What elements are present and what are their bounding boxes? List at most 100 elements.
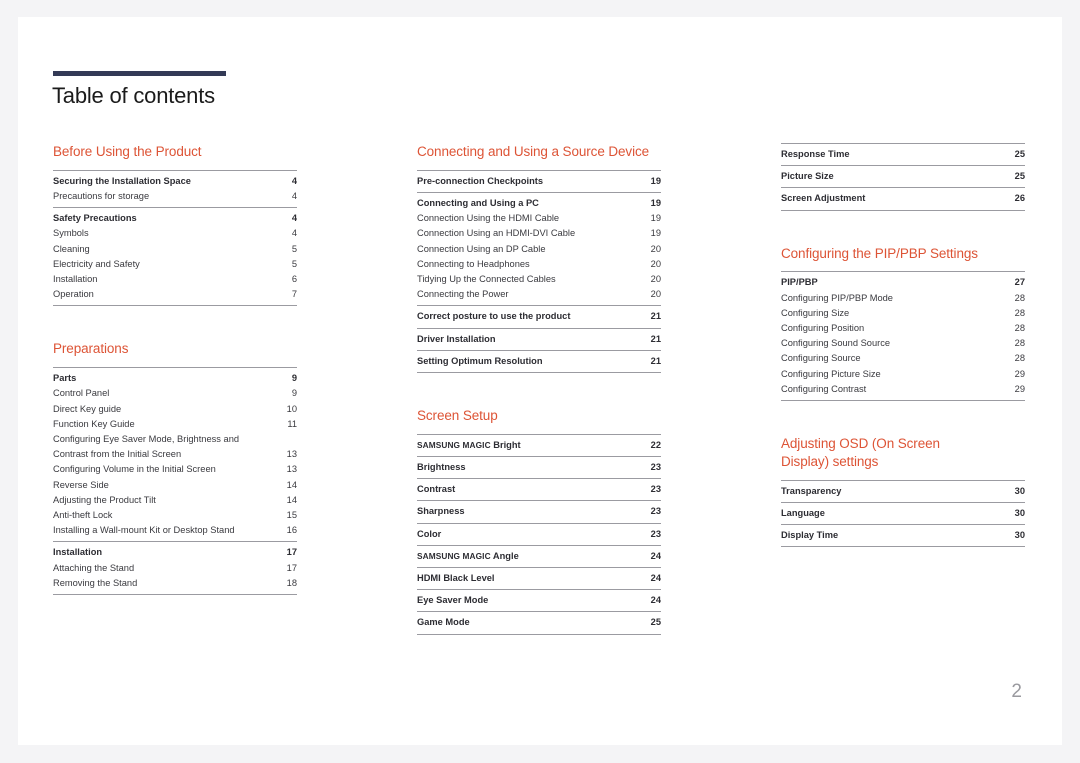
section-heading: Configuring the PIP/PBP Settings bbox=[781, 245, 978, 261]
toc-entry[interactable]: Installation 17 bbox=[53, 545, 297, 560]
toc-entry-page-number: 28 bbox=[1014, 307, 1025, 318]
toc-entry[interactable]: Configuring Volume in the Initial Screen… bbox=[53, 462, 297, 477]
toc-entry[interactable]: Configuring Position 28 bbox=[781, 321, 1025, 336]
toc-entry[interactable]: Installing a Wall-mount Kit or Desktop S… bbox=[53, 523, 297, 538]
toc-entry-page-number: 15 bbox=[286, 510, 297, 521]
toc-entry[interactable]: Symbols 4 bbox=[53, 226, 297, 241]
toc-group: Display Time 30 bbox=[781, 524, 1025, 548]
toc-entry-page-number: 6 bbox=[291, 274, 297, 285]
toc-entry-label: Connecting and Using a PC bbox=[417, 198, 539, 209]
toc-entry[interactable]: Connection Using an DP Cable 20 bbox=[417, 242, 661, 257]
toc-group: Screen Adjustment 26 bbox=[781, 187, 1025, 211]
toc-entry-label: Symbols bbox=[53, 228, 89, 239]
toc-entry[interactable]: Configuring Sound Source 28 bbox=[781, 336, 1025, 351]
toc-entry[interactable]: Configuring PIP/PBP Mode 28 bbox=[781, 291, 1025, 306]
toc-entry[interactable]: Precautions for storage 4 bbox=[53, 189, 297, 204]
toc-entry[interactable]: Adjusting the Product Tilt 14 bbox=[53, 493, 297, 508]
toc-entry[interactable]: Cleaning 5 bbox=[53, 242, 297, 257]
toc-entry[interactable]: Installation 6 bbox=[53, 272, 297, 287]
toc-entry[interactable]: Contrast 23 bbox=[417, 482, 661, 497]
toc-entry[interactable]: Electricity and Safety 5 bbox=[53, 257, 297, 272]
toc-entry[interactable]: Configuring Eye Saver Mode, Brightness a… bbox=[53, 432, 297, 462]
toc-entry[interactable]: SAMSUNG MAGIC Bright 22 bbox=[417, 438, 661, 453]
toc-entry-label: Transparency bbox=[781, 485, 842, 496]
toc-entry[interactable]: PIP/PBP 27 bbox=[781, 275, 1025, 290]
toc-entry[interactable]: Configuring Contrast 29 bbox=[781, 382, 1025, 397]
toc-entry-page-number: 4 bbox=[291, 191, 297, 202]
toc-entry-page-number: 16 bbox=[286, 525, 297, 536]
section-heading: Screen Setup bbox=[417, 408, 498, 424]
toc-section: Response Time 25 Picture Size 25 Screen Adju… bbox=[781, 143, 1025, 211]
toc-group: Safety Precautions 4 Symbols 4 Cleaning 5 Elec… bbox=[53, 207, 297, 307]
toc-entry-label: Configuring Sound Source bbox=[781, 338, 891, 349]
toc-entry[interactable]: Setting Optimum Resolution 21 bbox=[417, 354, 661, 369]
toc-entry[interactable]: Removing the Stand 18 bbox=[53, 576, 297, 591]
toc-entry-page-number: 19 bbox=[650, 175, 661, 186]
toc-entry[interactable]: Configuring Size 28 bbox=[781, 306, 1025, 321]
toc-entry[interactable]: Eye Saver Mode 24 bbox=[417, 593, 661, 608]
toc-entry[interactable]: Parts 9 bbox=[53, 371, 297, 386]
page-title: Table of contents bbox=[52, 83, 215, 108]
toc-entry[interactable]: Connecting to Headphones 20 bbox=[417, 257, 661, 272]
toc-entry[interactable]: Configuring Picture Size 29 bbox=[781, 367, 1025, 382]
toc-entry[interactable]: SAMSUNG MAGIC Angle 24 bbox=[417, 549, 661, 564]
toc-entry-label: Precautions for storage bbox=[53, 191, 150, 202]
toc-entry-label: Adjusting the Product Tilt bbox=[53, 494, 156, 505]
toc-entry-label: Installing a Wall-mount Kit or Desktop S… bbox=[53, 525, 235, 536]
toc-entry[interactable]: Tidying Up the Connected Cables 20 bbox=[417, 272, 661, 287]
toc-entry[interactable]: Anti-theft Lock 15 bbox=[53, 508, 297, 523]
toc-entry[interactable]: Securing the Installation Space 4 bbox=[53, 174, 297, 189]
toc-group: Brightness 23 bbox=[417, 456, 661, 478]
toc-entry[interactable]: Sharpness 23 bbox=[417, 504, 661, 519]
toc-entry[interactable]: Direct Key guide 10 bbox=[53, 402, 297, 417]
toc-entry-page-number: 24 bbox=[650, 595, 661, 606]
toc-entry-label: Display Time bbox=[781, 530, 839, 541]
toc-entry-label: Picture Size bbox=[781, 171, 834, 182]
toc-group: Language 30 bbox=[781, 501, 1025, 524]
toc-entry[interactable]: Response Time 25 bbox=[781, 147, 1025, 162]
toc-entry[interactable]: HDMI Black Level 24 bbox=[417, 571, 661, 586]
toc-entry[interactable]: Configuring Source 28 bbox=[781, 351, 1025, 366]
toc-entry-page-number: 28 bbox=[1014, 292, 1025, 303]
toc-entry-label: Function Key Guide bbox=[53, 418, 135, 429]
toc-entry-label: Safety Precautions bbox=[53, 213, 137, 224]
toc-group: Picture Size 25 bbox=[781, 165, 1025, 187]
toc-entry-page-number: 23 bbox=[650, 506, 661, 517]
toc-entry[interactable]: Transparency 30 bbox=[781, 484, 1025, 499]
toc-entry[interactable]: Pre-connection Checkpoints 19 bbox=[417, 174, 661, 189]
toc-entry[interactable]: Connecting the Power 20 bbox=[417, 287, 661, 302]
toc-entry[interactable]: Safety Precautions 4 bbox=[53, 211, 297, 226]
toc-entry-label: Electricity and Safety bbox=[53, 258, 140, 269]
toc-entry-page-number: 19 bbox=[650, 228, 661, 239]
toc-entry[interactable]: Driver Installation 21 bbox=[417, 332, 661, 347]
toc-entry-page-number: 9 bbox=[291, 388, 297, 399]
toc-entry[interactable]: Picture Size 25 bbox=[781, 169, 1025, 184]
toc-entry[interactable]: Control Panel 9 bbox=[53, 386, 297, 401]
toc-entry-page-number: 4 bbox=[291, 175, 297, 186]
toc-entry[interactable]: Correct posture to use the product 21 bbox=[417, 309, 661, 324]
toc-entry[interactable]: Screen Adjustment 26 bbox=[781, 191, 1025, 206]
toc-entry[interactable]: Connection Using the HDMI Cable 19 bbox=[417, 211, 661, 226]
toc-entry-page-number: 27 bbox=[1014, 277, 1025, 288]
toc-entry-label: Brightness bbox=[417, 462, 466, 473]
toc-entry-label: Securing the Installation Space bbox=[53, 175, 191, 186]
toc-entry-page-number: 4 bbox=[291, 213, 297, 224]
toc-entry[interactable]: Display Time 30 bbox=[781, 528, 1025, 543]
toc-entry-page-number: 28 bbox=[1014, 353, 1025, 364]
toc-entry[interactable]: Game Mode 25 bbox=[417, 615, 661, 630]
toc-entry-label: Control Panel bbox=[53, 388, 110, 399]
toc-entry[interactable]: Reverse Side 14 bbox=[53, 478, 297, 493]
toc-entry[interactable]: Function Key Guide 11 bbox=[53, 417, 297, 432]
toc-entry[interactable]: Connecting and Using a PC 19 bbox=[417, 196, 661, 211]
toc-entry[interactable]: Attaching the Stand 17 bbox=[53, 561, 297, 576]
toc-entry[interactable]: Brightness 23 bbox=[417, 460, 661, 475]
toc-entry[interactable]: Language 30 bbox=[781, 506, 1025, 521]
toc-entry[interactable]: Color 23 bbox=[417, 527, 661, 542]
samsung-magic-mark: SAMSUNG MAGIC bbox=[417, 439, 491, 450]
toc-group: SAMSUNG MAGIC Bright 22 bbox=[417, 433, 661, 456]
toc-entry[interactable]: Connection Using an HDMI-DVI Cable 19 bbox=[417, 226, 661, 241]
toc-entry-page-number: 29 bbox=[1014, 368, 1025, 379]
toc-entry-page-number: 20 bbox=[650, 258, 661, 269]
toc-group: Setting Optimum Resolution 21 bbox=[417, 349, 661, 374]
toc-entry[interactable]: Operation 7 bbox=[53, 287, 297, 302]
